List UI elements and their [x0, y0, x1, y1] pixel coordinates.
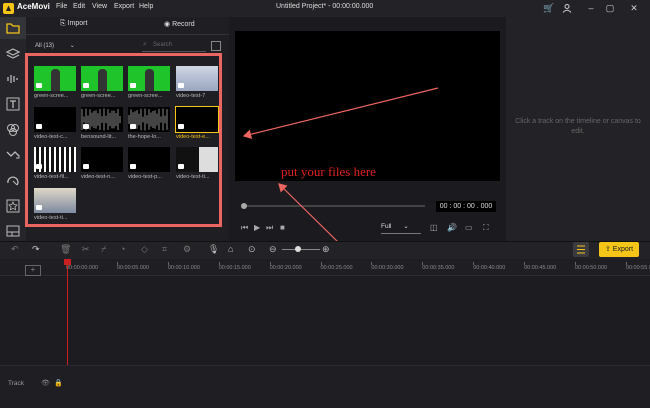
- speed-icon[interactable]: ◔: [120, 244, 125, 254]
- timeline-tick-label: 00:00:00.000: [66, 265, 99, 271]
- crop-icon[interactable]: ⌗: [162, 244, 167, 255]
- timeline-tick-mark: [422, 262, 424, 265]
- timeline-tick-mark: [625, 262, 627, 265]
- track-label: Track: [8, 380, 25, 387]
- zoom-slider-handle[interactable]: [295, 246, 301, 252]
- zoom-out-icon[interactable]: ⊖: [269, 244, 277, 255]
- timeline-tick-mark: [473, 262, 475, 265]
- timeline-tick-mark: [218, 262, 220, 265]
- zoom-in-icon[interactable]: ⊕: [322, 244, 330, 255]
- timeline-tick-label: 00:00:55.000: [625, 265, 650, 271]
- adjust-icon[interactable]: ⚙: [183, 244, 191, 255]
- snap-icon[interactable]: ⌂: [228, 244, 233, 254]
- timeline-tick-label: 00:00:45.000: [524, 265, 557, 271]
- timeline-tick-label: 00:00:40.000: [473, 265, 506, 271]
- timeline-tick-mark: [371, 262, 373, 265]
- timeline-tick-mark: [524, 262, 526, 265]
- layout-settings-button[interactable]: [573, 242, 589, 257]
- zoom-slider[interactable]: [282, 249, 320, 250]
- timeline-tick-label: 00:00:10.000: [167, 265, 200, 271]
- sliders-icon: [577, 245, 585, 254]
- playhead-handle[interactable]: [64, 259, 71, 265]
- export-label: Export: [612, 246, 634, 253]
- timeline-tick-label: 00:00:25.000: [320, 265, 353, 271]
- annotation-arrow-upper: [242, 87, 439, 139]
- timeline-tick-mark: [269, 262, 271, 265]
- timeline-tick-label: 00:00:30.000: [371, 265, 404, 271]
- add-track-button[interactable]: +: [25, 265, 41, 276]
- eye-icon[interactable]: 👁: [41, 379, 50, 387]
- timeline-tick-mark: [320, 262, 322, 265]
- delete-icon[interactable]: 🗑: [60, 244, 71, 255]
- export-button[interactable]: ⇪ Export: [599, 242, 639, 257]
- track-row[interactable]: [0, 365, 650, 408]
- microphone-icon[interactable]: 🎙: [208, 244, 219, 255]
- split-icon[interactable]: ⌿: [101, 244, 106, 255]
- voiceover-icon[interactable]: ⊙: [248, 244, 256, 255]
- redo-icon[interactable]: ↷: [32, 244, 40, 255]
- timeline-tick-mark: [167, 262, 169, 265]
- marker-icon[interactable]: ◇: [141, 244, 148, 255]
- timeline-tick-label: 00:00:15.000: [218, 265, 251, 271]
- export-icon: ⇪: [604, 246, 613, 253]
- timeline-tick-label: 00:00:35.000: [422, 265, 455, 271]
- lock-icon[interactable]: 🔒: [54, 379, 63, 387]
- timeline-tick-mark: [575, 262, 576, 265]
- timeline-tick-mark: [116, 262, 118, 265]
- cut-icon[interactable]: ✂: [82, 244, 90, 255]
- timeline-tick-label: 00:00:50.000: [575, 265, 608, 271]
- undo-icon[interactable]: ↶: [11, 244, 19, 255]
- timeline-tick-label: 00:00:05.000: [116, 265, 150, 271]
- timeline-tick-label: 00:00:20.000: [269, 265, 302, 271]
